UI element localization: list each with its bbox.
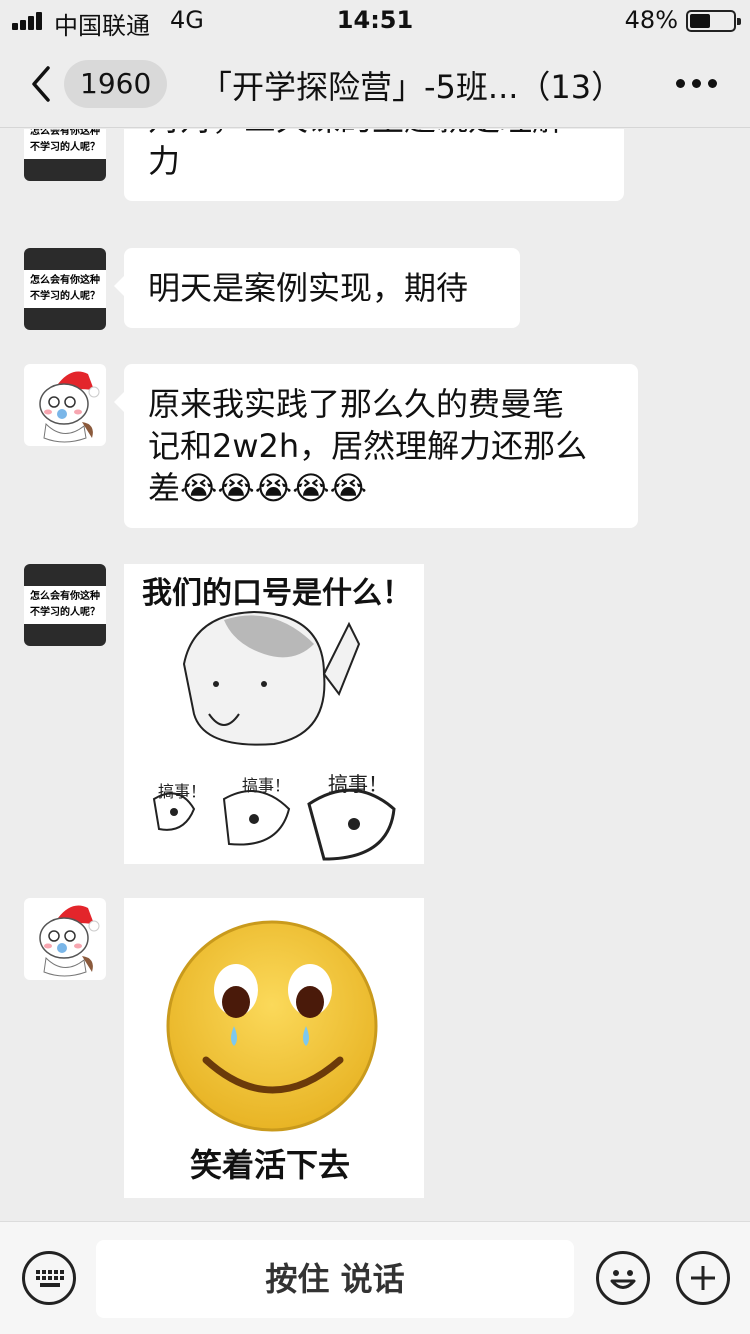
status-bar: 中国联通 4G 14:51 48% xyxy=(0,0,750,40)
sticker-shout-label: 搞事！ xyxy=(328,772,388,796)
message-bubble[interactable]: 原来我实践了那么久的费曼笔 记和2w2h，居然理解力还那么 差😭😭😭😭😭 xyxy=(114,364,638,528)
avatar[interactable] xyxy=(24,364,106,446)
avatar[interactable]: 怎么会有你这种 不学习的人呢？ xyxy=(24,564,106,646)
sticker-message[interactable]: 我们的口号是什么！ 搞事！ 搞事！ 搞事！ xyxy=(124,564,424,864)
message-text-line: 明天是案例实现，期待 xyxy=(148,269,469,307)
more-button[interactable] xyxy=(672,76,722,90)
message-text-line: 原来我实践了那么久的费曼笔 xyxy=(148,385,565,423)
avatar[interactable]: 怎么会有你这种 不学习的人呢？ xyxy=(24,248,106,330)
chevron-left-icon xyxy=(32,66,50,102)
sticker-shout-label: 搞事！ xyxy=(242,776,291,795)
keyboard-button[interactable] xyxy=(22,1251,76,1305)
avatar[interactable]: 怎么会有你这种 不学习的人呢？ xyxy=(24,129,106,181)
sticker-shout-label: 搞事！ xyxy=(158,782,207,801)
hamster-sticker-icon xyxy=(152,610,396,861)
unread-count-badge[interactable]: 1960 xyxy=(64,60,168,108)
message-text-line: 记和2w2h，居然理解力还那么 xyxy=(148,427,588,465)
more-functions-button[interactable] xyxy=(676,1251,730,1305)
back-button[interactable] xyxy=(26,62,56,106)
smiley-icon xyxy=(610,1270,636,1289)
message-list[interactable]: 怎么会有你这种不学习的人呢？ 对对，三天课的主题就是理解 力 怎么会有你这种不学… xyxy=(0,129,750,1221)
message-text-line: 差😭😭😭😭😭 xyxy=(148,469,367,507)
hold-to-talk-button[interactable]: 按住 说话 xyxy=(96,1240,574,1318)
plus-icon xyxy=(691,1266,715,1290)
input-bar: 按住 说话 xyxy=(0,1221,750,1334)
emoji-button[interactable] xyxy=(596,1251,650,1305)
crying-laughing-emoji: 😭😭😭😭😭 xyxy=(180,469,367,507)
chat-header: 1960 「开学探险营」-5班...（13） xyxy=(0,40,750,128)
message-bubble[interactable]: 明天是案例实现，期待 xyxy=(114,248,520,328)
battery-percent: 48% xyxy=(624,6,678,34)
message-text-line: 对对，三天课的主题就是理解 xyxy=(148,129,600,140)
message-bubble[interactable]: 对对，三天课的主题就是理解 力 xyxy=(124,129,624,201)
battery-icon xyxy=(686,10,741,32)
avatar[interactable] xyxy=(24,898,106,980)
sticker-caption: 笑着活下去 xyxy=(190,1146,351,1184)
keyboard-icon xyxy=(36,1270,64,1287)
message-text-line: 力 xyxy=(148,142,181,180)
chat-title: 「开学探险营」-5班...（13） xyxy=(200,68,624,106)
sticker-message[interactable]: 笑着活下去 xyxy=(124,898,424,1198)
cartoon-baby-icon xyxy=(39,905,100,977)
cartoon-baby-icon xyxy=(39,371,100,443)
